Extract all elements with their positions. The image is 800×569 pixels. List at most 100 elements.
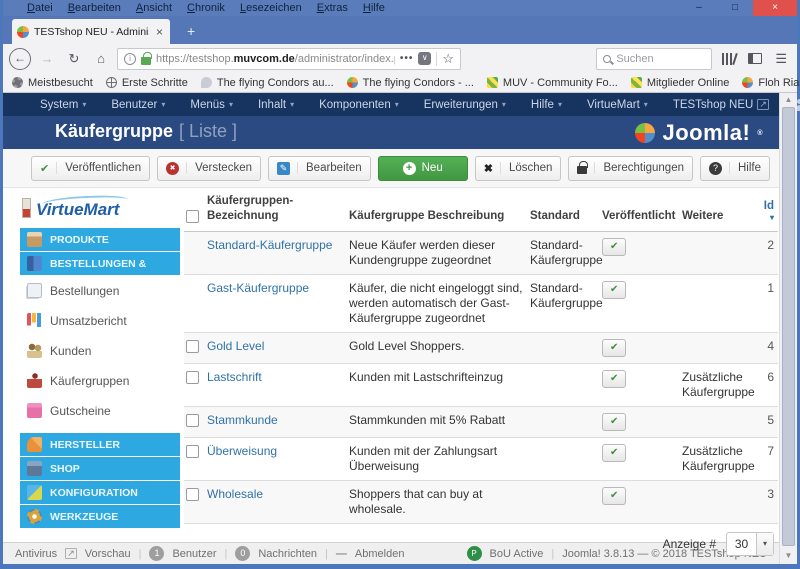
new-tab-button[interactable]: +	[179, 20, 203, 42]
admin-menu-inhalt[interactable]: Inhalt▾	[258, 99, 294, 111]
admin-menu-system[interactable]: System▾	[40, 99, 86, 111]
sidebar-item-gutscheine[interactable]: Gutscheine	[20, 396, 180, 425]
sidebar-item-kaeufergruppen[interactable]: Käufergruppen	[20, 366, 180, 395]
header-id-sort[interactable]: Id▾	[749, 195, 778, 231]
published-toggle[interactable]: ✔	[602, 370, 626, 388]
admin-menu-benutzer[interactable]: Benutzer▾	[111, 99, 165, 111]
header-name: Käufergruppen-Bezeichnung	[204, 190, 346, 231]
publish-button[interactable]: ✔Veröffentlichen	[31, 156, 150, 181]
maximize-button[interactable]: □	[717, 0, 753, 16]
menu-hamburger-icon[interactable]: ☰	[775, 51, 787, 67]
bookmark-mitglieder[interactable]: Mitglieder Online	[631, 77, 730, 89]
menu-extras[interactable]: Extras	[317, 2, 348, 14]
row-checkbox[interactable]	[186, 488, 199, 501]
page-title: Käufergruppe[ Liste ]	[55, 121, 237, 142]
preview-link[interactable]: Vorschau	[85, 548, 131, 560]
admin-menu-hilfe[interactable]: Hilfe▾	[531, 99, 562, 111]
group-name-link[interactable]: Standard-Käufergruppe	[204, 232, 346, 259]
row-checkbox[interactable]	[186, 414, 199, 427]
published-toggle[interactable]: ✔	[602, 238, 626, 256]
help-button[interactable]: ?Hilfe	[700, 156, 770, 181]
admin-menu-komponenten[interactable]: Komponenten▾	[319, 99, 399, 111]
admin-menu-menus[interactable]: Menüs▾	[190, 99, 233, 111]
group-name-link[interactable]: Gold Level	[204, 333, 346, 360]
forward-button[interactable]: →	[36, 51, 58, 66]
published-toggle[interactable]: ✔	[602, 339, 626, 357]
menu-datei[interactable]: Datei	[27, 2, 53, 14]
menu-bearbeiten[interactable]: Bearbeiten	[68, 2, 121, 14]
back-button[interactable]: ←	[9, 48, 31, 70]
reload-button[interactable]: ↻	[63, 51, 85, 67]
sidebar-item-hersteller[interactable]: HERSTELLER	[20, 433, 180, 456]
bookmark-condors-2[interactable]: The flying Condors - ...	[347, 77, 474, 89]
joomla-logo: Joomla!®	[635, 120, 763, 146]
published-toggle[interactable]: ✔	[602, 444, 626, 462]
bookmark-star-icon[interactable]: ☆	[442, 51, 454, 67]
hide-button[interactable]: ✖Verstecken	[157, 156, 261, 181]
vertical-scrollbar[interactable]: ▲ ▼	[779, 93, 797, 564]
published-toggle[interactable]: ✔	[602, 281, 626, 299]
pocket-icon[interactable]: ∨	[418, 52, 431, 65]
menu-lesezeichen[interactable]: Lesezeichen	[240, 2, 302, 14]
home-button[interactable]: ⌂	[90, 51, 112, 66]
bookmark-floh-rian[interactable]: Floh Rian Photography	[742, 77, 800, 89]
bookmark-muv-forum[interactable]: MUV - Community Fo...	[487, 77, 618, 89]
sidebar-item-bestellungen-gruppe[interactable]: BESTELLUNGEN &	[20, 252, 180, 275]
sidebar-item-kunden[interactable]: Kunden	[20, 336, 180, 365]
group-name-link[interactable]: Überweisung	[204, 438, 346, 465]
permissions-button[interactable]: Berechtigungen	[568, 156, 693, 181]
bookmark-erste-schritte[interactable]: Erste Schritte	[106, 77, 188, 89]
row-checkbox[interactable]	[186, 371, 199, 384]
menu-hilfe[interactable]: Hilfe	[363, 2, 385, 14]
group-description: Kunden mit Lastschrifteinzug	[346, 364, 527, 391]
scrollbar-thumb[interactable]	[782, 107, 795, 546]
url-bar[interactable]: i https://testshop.muvcom.de/administrat…	[117, 48, 461, 70]
menu-chronik[interactable]: Chronik	[187, 2, 225, 14]
tab-close-icon[interactable]: ×	[154, 25, 165, 39]
sidebars-icon[interactable]	[748, 53, 762, 64]
published-toggle[interactable]: ✔	[602, 487, 626, 505]
bookmark-meistbesucht[interactable]: Meistbesucht	[12, 77, 93, 89]
row-checkbox[interactable]	[186, 445, 199, 458]
minimize-button[interactable]: –	[681, 0, 717, 16]
scroll-down-arrow[interactable]: ▼	[780, 551, 797, 560]
scroll-up-arrow[interactable]: ▲	[780, 95, 797, 104]
customers-icon	[27, 343, 42, 358]
sidebar-item-produkte[interactable]: PRODUKTE	[20, 228, 180, 251]
page-size-select[interactable]: 30 ▾	[726, 532, 774, 556]
joomla-logo-icon	[635, 123, 655, 143]
coupons-gift-icon	[27, 403, 42, 418]
sidebar-item-shop[interactable]: SHOP	[20, 457, 180, 480]
sidebar-item-werkzeuge[interactable]: WERKZEUGE	[20, 505, 180, 528]
search-input[interactable]: Suchen	[596, 48, 712, 70]
edit-button[interactable]: ✎Bearbeiten	[268, 156, 371, 181]
bookmark-condors-1[interactable]: The flying Condors au...	[201, 77, 334, 89]
group-name-link[interactable]: Wholesale	[204, 481, 346, 508]
url-text[interactable]: https://testshop.muvcom.de/administrator…	[156, 53, 395, 65]
delete-button[interactable]: ✖Löschen	[475, 156, 562, 181]
group-name-link[interactable]: Gast-Käufergruppe	[204, 275, 346, 302]
library-icon[interactable]	[721, 53, 735, 65]
admin-menu-virtuemart[interactable]: VirtueMart▾	[587, 99, 648, 111]
sidebar-item-bestellungen[interactable]: Bestellungen	[20, 276, 180, 305]
group-id: 2	[749, 232, 778, 259]
help-icon: ?	[709, 162, 722, 175]
sidebar-item-umsatzbericht[interactable]: Umsatzbericht	[20, 306, 180, 335]
group-id: 5	[749, 407, 778, 434]
admin-menu-erweiterungen[interactable]: Erweiterungen▾	[424, 99, 506, 111]
published-toggle[interactable]: ✔	[602, 413, 626, 431]
sidebar-item-konfiguration[interactable]: KONFIGURATION	[20, 481, 180, 504]
sort-caret-icon: ▾	[752, 213, 774, 223]
browser-tab[interactable]: TESTshop NEU - Administration ×	[12, 19, 170, 44]
site-preview-link[interactable]: TESTshop NEU↗	[673, 99, 769, 111]
menu-ansicht[interactable]: Ansicht	[136, 2, 172, 14]
page-actions-icon[interactable]: •••	[400, 53, 414, 64]
page-info-icon[interactable]: i	[124, 53, 136, 65]
group-name-link[interactable]: Lastschrift	[204, 364, 346, 391]
new-button[interactable]: +Neu	[378, 156, 468, 181]
pagination-label: Anzeige #	[663, 537, 716, 551]
row-checkbox[interactable]	[186, 340, 199, 353]
close-window-button[interactable]: ×	[753, 0, 797, 16]
select-all-checkbox[interactable]	[186, 210, 199, 223]
group-name-link[interactable]: Stammkunde	[204, 407, 346, 434]
